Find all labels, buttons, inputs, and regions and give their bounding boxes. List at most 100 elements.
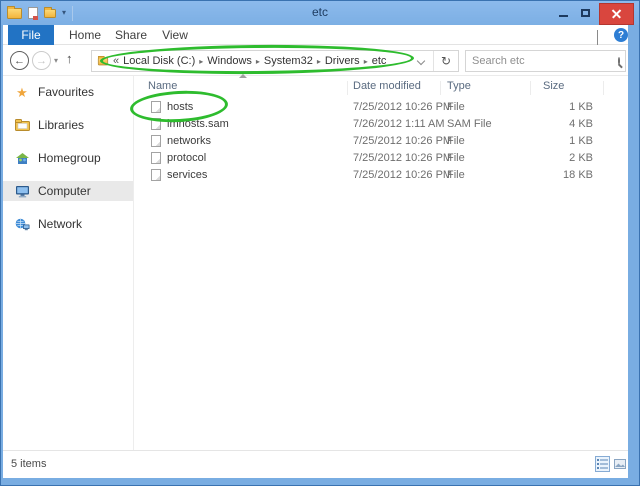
breadcrumb-segment-windows[interactable]: Windows (207, 55, 252, 67)
sidebar-item-label: Network (38, 217, 82, 231)
column-resize-handle[interactable] (347, 81, 348, 95)
file-date: 7/25/2012 10:26 PM (353, 135, 452, 147)
breadcrumb-segment-drivers[interactable]: Drivers (325, 55, 360, 67)
details-view-button[interactable] (595, 456, 610, 472)
file-type: File (447, 101, 465, 113)
forward-arrow-icon: → (36, 55, 47, 67)
up-button[interactable]: ↑ (66, 51, 73, 66)
back-button[interactable]: ← (10, 51, 29, 70)
item-count: 5 items (11, 458, 46, 470)
file-name: services (167, 169, 207, 181)
column-header-size[interactable]: Size (543, 80, 564, 92)
search-input[interactable] (472, 55, 614, 67)
file-size: 1 KB (493, 101, 593, 113)
details-view-icon (597, 459, 608, 469)
tab-file[interactable]: File (8, 25, 54, 45)
sidebar-item-computer[interactable]: Computer (3, 181, 133, 201)
window-title: etc (1, 5, 639, 19)
file-date: 7/25/2012 10:26 PM (353, 101, 452, 113)
client-area: File Home Share View ? ← → ▾ ↑ « Local D… (3, 25, 628, 478)
forward-button[interactable]: → (32, 51, 51, 70)
network-icon (14, 217, 30, 232)
file-row-hosts[interactable]: hosts 7/25/2012 10:26 PM File 1 KB (136, 99, 606, 116)
file-row-lmhosts[interactable]: lmhosts.sam 7/26/2012 1:11 AM SAM File 4… (136, 116, 606, 133)
minimize-button[interactable] (552, 2, 574, 24)
homegroup-icon (14, 151, 30, 166)
file-type: File (447, 152, 465, 164)
explorer-window: ▾ etc File Home Share View ? ← → ▾ ↑ (0, 0, 640, 486)
column-resize-handle[interactable] (530, 81, 531, 95)
star-icon: ★ (14, 85, 30, 100)
help-button[interactable]: ? (614, 28, 628, 42)
sidebar-item-label: Computer (38, 184, 91, 198)
address-dropdown-chevron-icon[interactable] (417, 57, 425, 65)
file-date: 7/25/2012 10:26 PM (353, 152, 452, 164)
file-date: 7/25/2012 10:26 PM (353, 169, 452, 181)
sidebar-item-label: Libraries (38, 118, 84, 132)
breadcrumb-segment-system32[interactable]: System32 (264, 55, 313, 67)
file-row-services[interactable]: services 7/25/2012 10:26 PM File 18 KB (136, 167, 606, 184)
status-bar: 5 items (3, 450, 628, 478)
address-overflow-icon[interactable]: « (113, 55, 119, 67)
address-bar[interactable]: « Local Disk (C:) ▸ Windows ▸ System32 ▸… (91, 50, 459, 72)
maximize-button[interactable] (574, 2, 596, 24)
file-icon (151, 152, 161, 164)
file-type: File (447, 169, 465, 181)
sidebar-item-favourites[interactable]: ★ Favourites (3, 82, 133, 102)
file-size: 4 KB (493, 118, 593, 130)
sidebar-divider (133, 76, 134, 450)
column-header-type[interactable]: Type (447, 80, 471, 92)
close-icon (612, 9, 621, 18)
file-name: networks (167, 135, 211, 147)
breadcrumb-separator-icon[interactable]: ▸ (317, 57, 321, 66)
file-name: protocol (167, 152, 206, 164)
sidebar-item-libraries[interactable]: Libraries (3, 115, 133, 135)
tab-view[interactable]: View (155, 25, 195, 45)
sidebar-item-homegroup[interactable]: Homegroup (3, 148, 133, 168)
back-arrow-icon: ← (14, 55, 25, 67)
tab-home[interactable]: Home (63, 25, 107, 45)
breadcrumb-separator-icon[interactable]: ▸ (199, 57, 203, 66)
breadcrumb-separator-icon[interactable]: ▸ (364, 57, 368, 66)
column-header-date-modified[interactable]: Date modified (353, 80, 421, 92)
file-size: 2 KB (493, 152, 593, 164)
column-resize-handle[interactable] (440, 81, 441, 95)
breadcrumb-segment-drive[interactable]: Local Disk (C:) (123, 55, 195, 67)
window-controls (552, 1, 639, 25)
refresh-button[interactable]: ↻ (433, 51, 458, 71)
sidebar-item-network[interactable]: Network (3, 214, 133, 234)
close-button[interactable] (599, 3, 634, 25)
sidebar-item-label: Homegroup (38, 151, 101, 165)
file-name: lmhosts.sam (167, 118, 229, 130)
computer-icon (14, 184, 30, 199)
file-type: SAM File (447, 118, 492, 130)
file-row-protocol[interactable]: protocol 7/25/2012 10:26 PM File 2 KB (136, 150, 606, 167)
navigation-toolbar: ← → ▾ ↑ « Local Disk (C:) ▸ Windows ▸ Sy… (3, 45, 628, 76)
search-icon[interactable] (618, 57, 620, 65)
column-header-name[interactable]: Name (148, 80, 177, 92)
file-row-networks[interactable]: networks 7/25/2012 10:26 PM File 1 KB (136, 133, 606, 150)
breadcrumb-separator-icon[interactable]: ▸ (256, 57, 260, 66)
thumbnails-view-button[interactable] (612, 456, 627, 472)
address-folder-icon[interactable] (98, 57, 108, 65)
ribbon-collapse-chevron-icon[interactable] (597, 30, 609, 42)
libraries-icon (14, 118, 30, 133)
titlebar[interactable]: ▾ etc (1, 1, 639, 25)
recent-locations-chevron-icon[interactable]: ▾ (54, 56, 58, 65)
search-box (465, 50, 626, 72)
tab-share[interactable]: Share (109, 25, 153, 45)
thumbnails-view-icon (614, 459, 626, 469)
column-resize-handle[interactable] (603, 81, 604, 95)
ribbon-tab-row: File Home Share View ? (3, 25, 628, 45)
file-type: File (447, 135, 465, 147)
file-size: 18 KB (493, 169, 593, 181)
file-icon (151, 101, 161, 113)
breadcrumb-segment-etc[interactable]: etc (372, 55, 387, 67)
file-name: hosts (167, 101, 193, 113)
sort-ascending-icon (239, 74, 247, 78)
help-icon: ? (618, 30, 624, 41)
file-size: 1 KB (493, 135, 593, 147)
file-icon (151, 169, 161, 181)
sidebar-item-label: Favourites (38, 85, 94, 99)
file-date: 7/26/2012 1:11 AM (353, 118, 445, 130)
